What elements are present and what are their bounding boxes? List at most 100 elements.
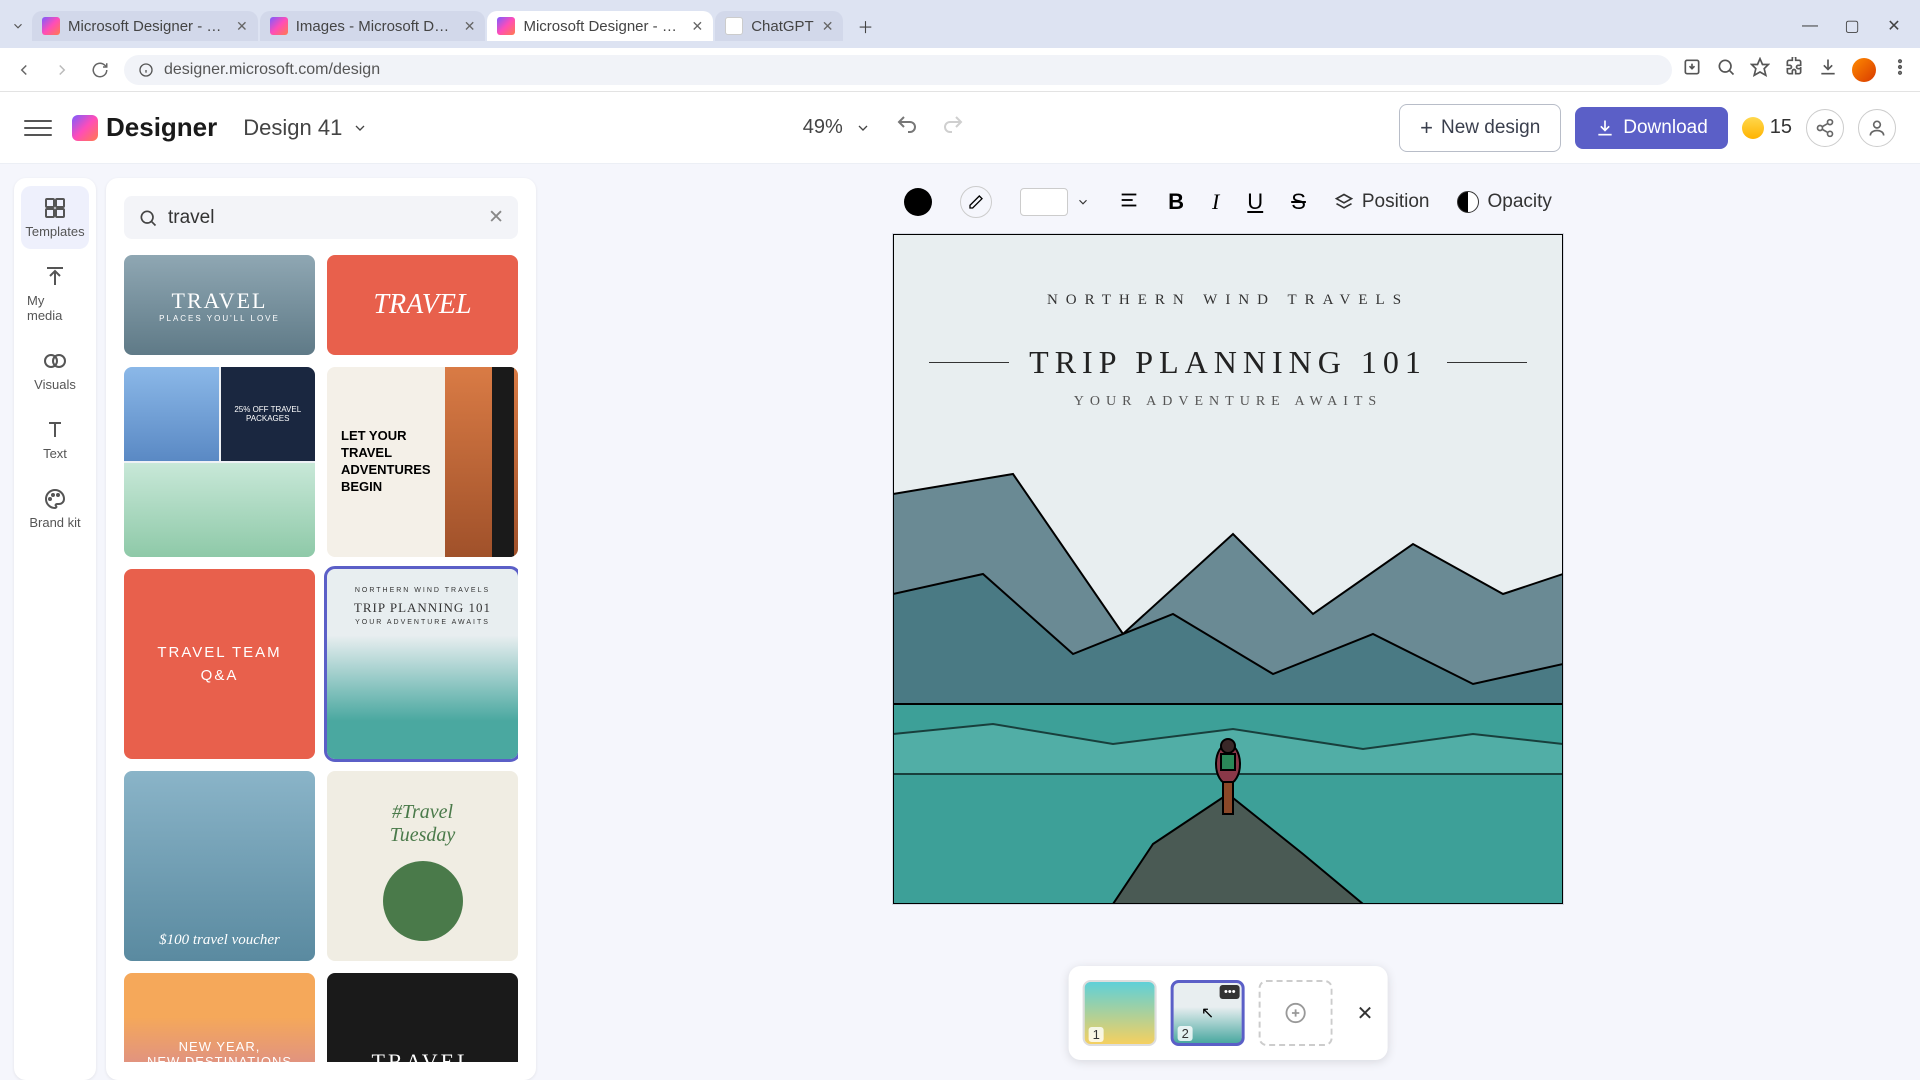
page-thumbnail-2[interactable]: ••• 2 ↖ bbox=[1171, 980, 1245, 1046]
close-window-button[interactable]: ✕ bbox=[1874, 11, 1914, 41]
plus-icon bbox=[1285, 1002, 1307, 1024]
fill-dropdown[interactable] bbox=[1020, 188, 1090, 216]
align-button[interactable] bbox=[1118, 189, 1140, 216]
rule-right bbox=[1447, 362, 1527, 363]
profile-avatar[interactable] bbox=[1852, 58, 1876, 82]
text-color-swatch[interactable] bbox=[904, 188, 932, 216]
rail-brand-kit[interactable]: Brand kit bbox=[21, 477, 89, 540]
share-button[interactable] bbox=[1806, 109, 1844, 147]
close-icon[interactable]: ✕ bbox=[691, 18, 703, 35]
page-thumbnail-1[interactable]: 1 bbox=[1083, 980, 1157, 1046]
install-app-icon[interactable] bbox=[1682, 57, 1702, 82]
browser-tab[interactable]: Images - Microsoft Designer ✕ bbox=[260, 11, 486, 41]
designer-favicon bbox=[42, 17, 60, 35]
back-button[interactable] bbox=[10, 56, 38, 84]
download-label: Download bbox=[1623, 117, 1708, 139]
page-tray: 1 ••• 2 ↖ ✕ bbox=[1069, 966, 1388, 1060]
close-icon[interactable]: ✕ bbox=[822, 18, 834, 35]
template-card[interactable]: LET YOUR TRAVEL ADVENTURES BEGIN bbox=[327, 367, 518, 557]
underline-button[interactable]: U bbox=[1247, 189, 1263, 215]
edit-color-button[interactable] bbox=[960, 186, 992, 218]
address-bar[interactable]: designer.microsoft.com/design bbox=[124, 55, 1672, 85]
doc-name-text: Design 41 bbox=[243, 115, 342, 141]
menu-icon[interactable] bbox=[1890, 57, 1910, 82]
rail-text[interactable]: Text bbox=[21, 408, 89, 471]
close-icon[interactable]: ✕ bbox=[464, 18, 476, 35]
card-title: TRAVEL TEAM bbox=[157, 644, 281, 661]
layers-icon bbox=[1334, 192, 1354, 212]
bold-button[interactable]: B bbox=[1168, 189, 1184, 215]
card-title: #Travel bbox=[392, 801, 453, 824]
coin-icon bbox=[1742, 117, 1764, 139]
canvas-brand-text[interactable]: NORTHERN WIND TRAVELS bbox=[893, 292, 1563, 309]
template-card[interactable]: 25% OFF TRAVEL PACKAGES bbox=[124, 367, 315, 557]
zoom-control[interactable]: 49% bbox=[803, 116, 871, 139]
redo-button[interactable] bbox=[941, 113, 965, 142]
opacity-button[interactable]: Opacity bbox=[1457, 191, 1551, 213]
close-tray-button[interactable]: ✕ bbox=[1357, 1001, 1374, 1026]
designer-favicon bbox=[270, 17, 288, 35]
search-box[interactable]: ✕ bbox=[124, 196, 518, 239]
rail-label: My media bbox=[27, 293, 83, 323]
downloads-icon[interactable] bbox=[1818, 57, 1838, 82]
tab-list-dropdown[interactable] bbox=[6, 14, 30, 38]
upload-icon bbox=[43, 265, 67, 289]
browser-tab[interactable]: Microsoft Designer - Stunning ✕ bbox=[32, 11, 258, 41]
search-input[interactable] bbox=[168, 207, 478, 229]
card-title2: NEW DESTINATIONS bbox=[147, 1054, 292, 1062]
rail-visuals[interactable]: Visuals bbox=[21, 339, 89, 402]
position-button[interactable]: Position bbox=[1334, 191, 1430, 213]
template-card[interactable]: TRAVEL TEAM Q&A bbox=[124, 569, 315, 759]
browser-tab[interactable]: ChatGPT ✕ bbox=[715, 11, 843, 41]
template-card[interactable]: NEW YEAR, NEW DESTINATIONS bbox=[124, 973, 315, 1062]
cursor-icon: ↖ bbox=[1201, 1003, 1214, 1023]
rail-label: Visuals bbox=[34, 377, 76, 392]
template-card[interactable]: TRAVEL bbox=[327, 973, 518, 1062]
canvas-tagline-text[interactable]: YOUR ADVENTURE AWAITS bbox=[893, 394, 1563, 410]
template-card[interactable]: $100 travel voucher bbox=[124, 771, 315, 961]
maximize-button[interactable]: ▢ bbox=[1832, 11, 1872, 41]
rail-templates[interactable]: Templates bbox=[21, 186, 89, 249]
bookmark-icon[interactable] bbox=[1750, 57, 1770, 82]
design-canvas[interactable]: NORTHERN WIND TRAVELS TRIP PLANNING 101 … bbox=[893, 234, 1563, 904]
new-design-button[interactable]: + New design bbox=[1399, 104, 1561, 152]
close-icon[interactable]: ✕ bbox=[236, 18, 248, 35]
card-title: TRIP PLANNING 101 bbox=[354, 600, 491, 616]
forward-button[interactable] bbox=[48, 56, 76, 84]
template-grid[interactable]: TRAVEL PLACES YOU'LL LOVE TRAVEL 25% OFF… bbox=[124, 255, 518, 1062]
chevron-down-icon bbox=[855, 120, 871, 136]
account-button[interactable] bbox=[1858, 109, 1896, 147]
new-tab-button[interactable]: ＋ bbox=[851, 12, 879, 40]
clear-search-icon[interactable]: ✕ bbox=[488, 206, 504, 229]
strikethrough-button[interactable]: S bbox=[1291, 189, 1306, 215]
card-title: $100 travel voucher bbox=[159, 932, 280, 949]
opacity-label: Opacity bbox=[1487, 191, 1551, 213]
reload-button[interactable] bbox=[86, 56, 114, 84]
menu-button[interactable] bbox=[24, 120, 52, 136]
rail-my-media[interactable]: My media bbox=[21, 255, 89, 333]
template-card[interactable]: TRAVEL bbox=[327, 255, 518, 355]
browser-tab-active[interactable]: Microsoft Designer - Stunning ✕ bbox=[487, 11, 713, 41]
page-number: 1 bbox=[1089, 1027, 1104, 1042]
rail-label: Text bbox=[43, 446, 67, 461]
minimize-button[interactable]: — bbox=[1790, 11, 1830, 41]
template-card-selected[interactable]: NORTHERN WIND TRAVELS TRIP PLANNING 101 … bbox=[327, 569, 518, 759]
canvas-title-text[interactable]: TRIP PLANNING 101 bbox=[1029, 344, 1427, 381]
rail-label: Templates bbox=[25, 224, 84, 239]
extensions-icon[interactable] bbox=[1784, 57, 1804, 82]
document-name[interactable]: Design 41 bbox=[243, 115, 368, 141]
add-page-button[interactable] bbox=[1259, 980, 1333, 1046]
card-title: LET YOUR TRAVEL ADVENTURES BEGIN bbox=[341, 428, 431, 496]
zoom-icon[interactable] bbox=[1716, 57, 1736, 82]
download-button[interactable]: Download bbox=[1575, 107, 1728, 149]
template-card[interactable]: #Travel Tuesday bbox=[327, 771, 518, 961]
template-card[interactable]: TRAVEL PLACES YOU'LL LOVE bbox=[124, 255, 315, 355]
page-options-icon[interactable]: ••• bbox=[1220, 985, 1240, 999]
left-rail: Templates My media Visuals Text Brand ki… bbox=[14, 178, 96, 1080]
card-brand: NORTHERN WIND TRAVELS bbox=[355, 587, 490, 594]
rail-label: Brand kit bbox=[29, 515, 80, 530]
undo-button[interactable] bbox=[895, 113, 919, 142]
designer-logo[interactable]: Designer bbox=[72, 112, 217, 143]
credits-display[interactable]: 15 bbox=[1742, 116, 1792, 139]
italic-button[interactable]: I bbox=[1212, 189, 1219, 215]
